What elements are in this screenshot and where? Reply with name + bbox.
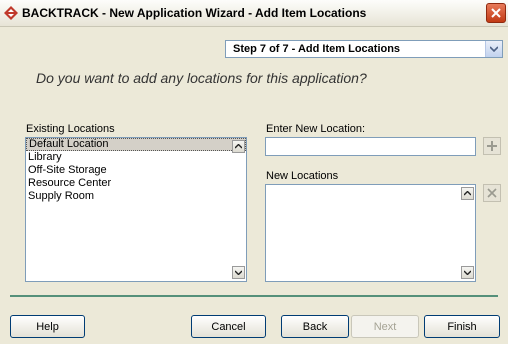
new-location-input[interactable] xyxy=(265,137,476,156)
wizard-question: Do you want to add any locations for thi… xyxy=(36,70,367,86)
existing-locations-label: Existing Locations xyxy=(26,123,115,135)
enter-new-location-label: Enter New Location: xyxy=(266,123,366,135)
cancel-button[interactable]: Cancel xyxy=(191,315,266,338)
list-item[interactable]: Library xyxy=(26,151,246,164)
new-locations-label: New Locations xyxy=(266,170,339,182)
help-button[interactable]: Help xyxy=(10,315,85,338)
existing-locations-list[interactable]: Default Location Library Off-Site Storag… xyxy=(25,137,247,282)
footer-divider xyxy=(10,295,498,297)
scroll-down-button[interactable] xyxy=(461,266,474,279)
step-dropdown[interactable]: Step 7 of 7 - Add Item Locations xyxy=(225,40,503,58)
chevron-up-icon xyxy=(464,191,471,196)
back-button[interactable]: Back xyxy=(281,315,349,338)
close-button[interactable] xyxy=(486,3,506,23)
remove-x-icon xyxy=(487,188,497,198)
scroll-up-button[interactable] xyxy=(232,140,245,153)
chevron-down-icon xyxy=(235,270,242,275)
list-item[interactable]: Default Location xyxy=(26,138,246,151)
chevron-down-icon xyxy=(464,270,471,275)
window-title: BACKTRACK - New Application Wizard - Add… xyxy=(22,6,367,20)
chevron-down-icon xyxy=(490,46,498,52)
next-button[interactable]: Next xyxy=(351,315,419,338)
list-item[interactable]: Resource Center xyxy=(26,177,246,190)
step-dropdown-button[interactable] xyxy=(485,41,502,57)
backtrack-logo-icon xyxy=(4,6,18,20)
remove-location-button[interactable] xyxy=(483,184,501,202)
list-item[interactable]: Supply Room xyxy=(26,190,246,203)
new-locations-list[interactable] xyxy=(265,184,476,282)
step-dropdown-value: Step 7 of 7 - Add Item Locations xyxy=(233,43,401,55)
finish-button[interactable]: Finish xyxy=(424,315,500,338)
list-item[interactable]: Off-Site Storage xyxy=(26,164,246,177)
add-location-button[interactable] xyxy=(483,137,501,155)
scroll-down-button[interactable] xyxy=(232,266,245,279)
title-bar[interactable]: BACKTRACK - New Application Wizard - Add… xyxy=(0,0,508,27)
scroll-up-button[interactable] xyxy=(461,187,474,200)
close-icon xyxy=(491,8,501,18)
chevron-up-icon xyxy=(235,144,242,149)
plus-icon xyxy=(487,141,497,151)
